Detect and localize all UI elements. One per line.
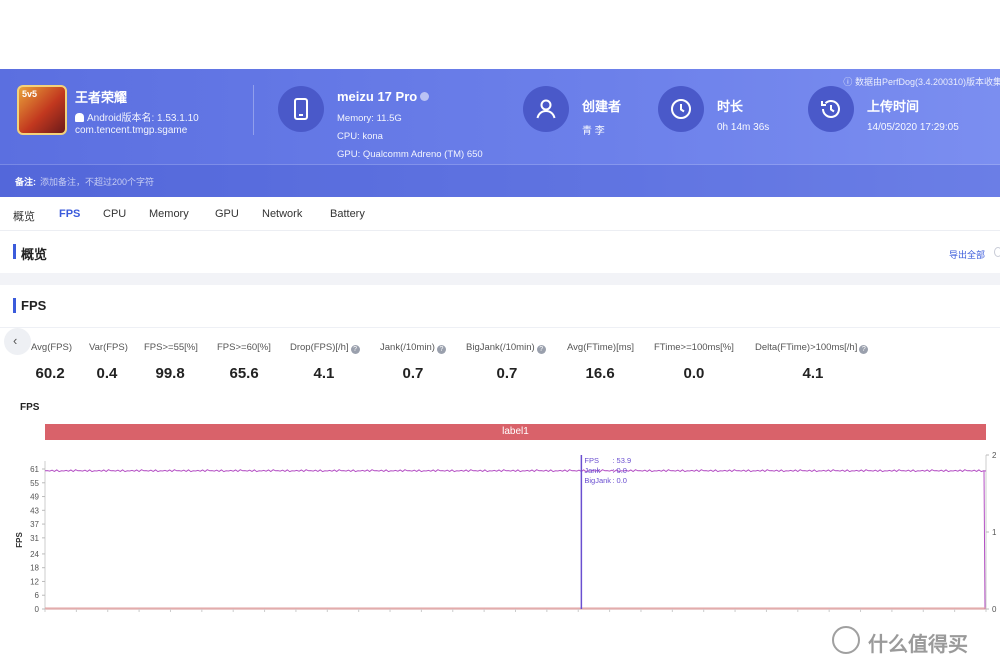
y-tick-label: 55 — [30, 479, 39, 488]
section-accent — [13, 298, 16, 313]
tab-gpu[interactable]: GPU — [215, 208, 239, 220]
tab-bar: 概览 FPS CPU Memory GPU Network Battery — [0, 197, 1000, 231]
y-axis-label: FPS — [15, 532, 24, 548]
tooltip-label: BigJank — [584, 476, 611, 485]
tab-memory[interactable]: Memory — [149, 208, 189, 220]
app-package: com.tencent.tmgp.sgame — [75, 125, 188, 136]
y-tick-label: 18 — [30, 564, 39, 573]
stat-value: 0.7 — [496, 365, 518, 382]
help-icon[interactable]: ? — [859, 345, 869, 354]
perfdog-report: ⓘ 数据由PerfDog(3.4.200310)版本收集 5v5 王者荣耀 An… — [0, 0, 1000, 666]
y-tick-label: 43 — [30, 506, 39, 515]
tooltip-value: : 0.0 — [612, 476, 627, 485]
creator-value: 青 李 — [582, 126, 605, 137]
stat-label: BigJank(/10min)? — [466, 342, 546, 354]
header-divider — [253, 85, 254, 135]
label-strip[interactable]: label1 — [45, 424, 986, 440]
section-divider — [0, 327, 1000, 328]
android-icon — [75, 113, 84, 122]
stat-label: Avg(FTime)[ms] — [567, 342, 635, 353]
section-accent — [13, 244, 16, 259]
tab-cpu[interactable]: CPU — [103, 208, 126, 220]
stat-label: FTime>=100ms[%] — [654, 342, 734, 353]
report-header: ⓘ 数据由PerfDog(3.4.200310)版本收集 5v5 王者荣耀 An… — [0, 69, 1000, 197]
device-name: meizu 17 Pro — [337, 89, 430, 104]
tooltip-value: : 53.9 — [612, 456, 631, 465]
note-row[interactable]: 备注: 添加备注，不超过200个字符 — [0, 165, 1000, 197]
watermark-logo — [832, 626, 860, 654]
back-button[interactable]: ‹ — [4, 328, 31, 355]
tooltip-label: FPS — [584, 456, 599, 465]
duration-label: 时长 — [717, 99, 744, 114]
device-cpu: CPU: kona — [337, 131, 383, 142]
stat-label: Avg(FPS) — [31, 342, 73, 353]
stat-value: 4.1 — [802, 365, 824, 382]
tab-network[interactable]: Network — [262, 208, 302, 220]
device-gpu: GPU: Qualcomm Adreno (TM) 650 — [337, 149, 483, 160]
y-tick-label: 24 — [30, 550, 39, 559]
stat-label: Var(FPS) — [89, 342, 128, 353]
export-all-link[interactable]: 导出全部 — [949, 248, 985, 261]
user-icon — [523, 86, 569, 132]
stat-label: Drop(FPS)[/h]? — [290, 342, 360, 354]
duration-value: 0h 14m 36s — [717, 122, 770, 133]
y-tick-label: 12 — [30, 577, 39, 586]
y-tick-label: 6 — [35, 591, 40, 600]
chart-title: FPS — [20, 402, 40, 413]
stat-value: 0.4 — [96, 365, 118, 382]
help-icon[interactable]: ? — [350, 345, 360, 354]
note-input[interactable]: 添加备注，不超过200个字符 — [40, 175, 154, 188]
stat-value: 4.1 — [313, 365, 335, 382]
stat-value: 65.6 — [229, 365, 259, 382]
series-fps-line — [44, 469, 987, 473]
history-icon — [808, 86, 854, 132]
overview-section — [0, 231, 1000, 273]
game-app-icon: 5v5 — [17, 85, 67, 135]
y-tick-label: 0 — [35, 605, 40, 614]
device-memory: Memory: 11.5G — [337, 113, 402, 124]
stat-label: Delta(FTime)>100ms[/h]? — [755, 342, 869, 354]
y-tick-label: 49 — [30, 493, 39, 502]
fps-chart[interactable]: 06121824313743495561012FPSFPS: 53.9Jank:… — [0, 440, 1000, 620]
help-icon[interactable]: ? — [536, 345, 546, 354]
overview-title: 概览 — [21, 247, 48, 262]
stat-value: 60.2 — [35, 365, 65, 382]
tooltip-value: : 0.0 — [612, 466, 627, 475]
clock-icon — [658, 86, 704, 132]
tooltip-label: Jank — [584, 466, 600, 475]
y-tick-label: 61 — [30, 465, 39, 474]
stat-value: 16.6 — [585, 365, 615, 382]
section-gap — [0, 273, 1000, 285]
y-tick-label: 31 — [30, 534, 39, 543]
chevron-left-icon: ‹ — [13, 333, 18, 348]
stat-value: 0.7 — [402, 365, 424, 382]
upload-value: 14/05/2020 17:29:05 — [867, 122, 959, 133]
info-icon[interactable] — [420, 92, 430, 101]
series-fps-end-drop — [983, 470, 986, 610]
stat-value: 0.0 — [683, 365, 705, 382]
tab-fps[interactable]: FPS — [59, 208, 80, 220]
y-tick-label: 37 — [30, 520, 39, 529]
phone-icon — [278, 86, 324, 132]
fps-title: FPS — [21, 298, 47, 313]
help-icon[interactable]: ? — [436, 345, 446, 354]
y2-tick-label: 0 — [992, 605, 997, 614]
stat-label: FPS>=60[%] — [217, 342, 271, 353]
tab-overview[interactable]: 概览 — [13, 208, 35, 224]
source-note: ⓘ 数据由PerfDog(3.4.200310)版本收集 — [843, 77, 1000, 87]
watermark-text: 什么值得买 — [868, 634, 968, 656]
y2-tick-label: 1 — [992, 528, 997, 537]
tab-battery[interactable]: Battery — [330, 208, 365, 220]
upload-label: 上传时间 — [867, 99, 920, 114]
app-name: 王者荣耀 — [75, 90, 128, 105]
note-label: 备注: — [15, 177, 36, 187]
app-version: Android版本名: 1.53.1.10 — [75, 109, 199, 124]
stat-label: Jank(/10min)? — [380, 342, 446, 354]
stat-value: 99.8 — [155, 365, 185, 382]
y2-tick-label: 2 — [992, 451, 997, 460]
more-icon[interactable] — [994, 247, 1000, 257]
creator-label: 创建者 — [582, 99, 622, 114]
stat-label: FPS>=55[%] — [144, 342, 198, 353]
